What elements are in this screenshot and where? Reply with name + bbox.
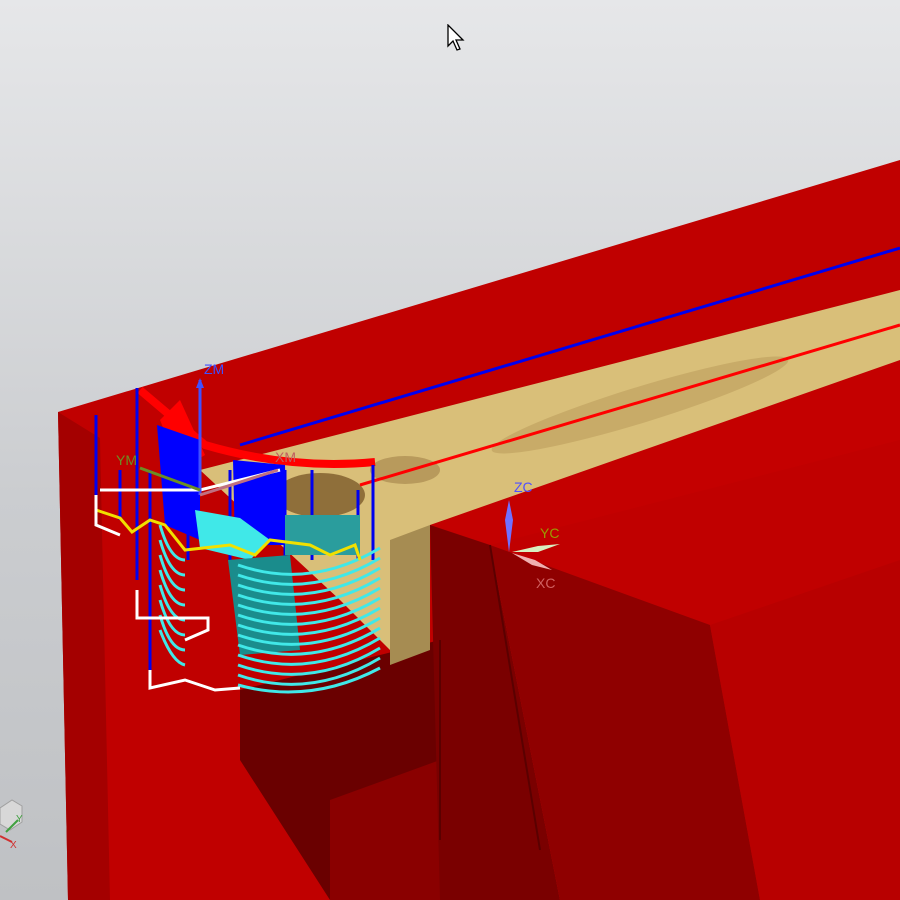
view-triad-x-label: X [10,840,17,851]
arrow-cursor-icon [447,24,465,51]
mcs-x-label: XM [275,449,296,465]
wcs-y-label: YC [540,525,559,541]
mcs-y-label: YM [116,452,137,468]
wcs-z-label: ZC [514,479,533,495]
slot-side-wall[interactable] [390,525,430,665]
mcs-z-label: ZM [204,361,224,377]
wcs-x-label: XC [536,575,555,591]
cad-scene[interactable]: ZM YM XM ZC YC XC Y X [0,0,900,900]
graphics-window[interactable]: ZM YM XM ZC YC XC Y X [0,0,900,900]
slot-hole[interactable] [275,473,365,517]
view-triad-y-label: Y [16,814,23,825]
view-triad[interactable]: Y X [0,799,23,851]
